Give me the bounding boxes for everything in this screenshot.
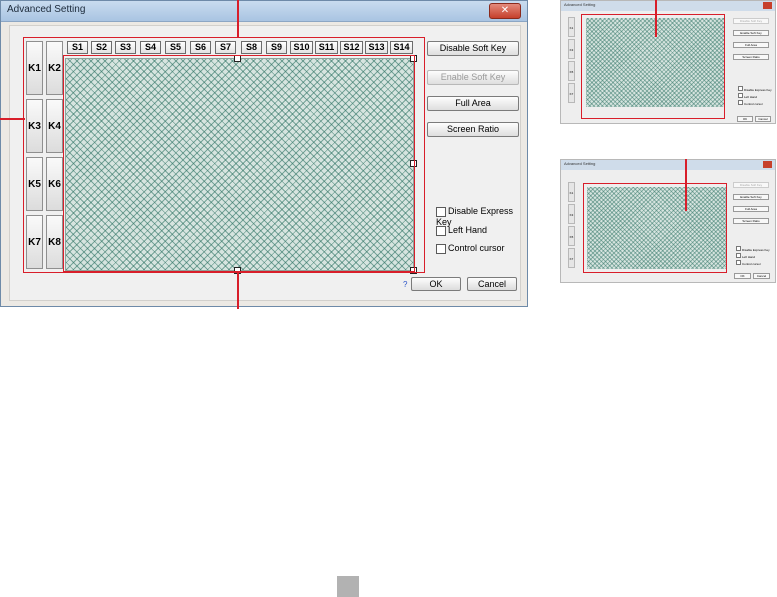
annotation-leader-left — [0, 118, 25, 120]
thumb-checkbox: Control cursor — [738, 100, 763, 106]
close-icon: ✕ — [500, 5, 510, 16]
help-icon[interactable]: ? — [403, 280, 407, 289]
annotation-leader-bottom — [237, 272, 239, 309]
thumb-title-bar: Advanced Setting — [561, 160, 775, 170]
enable-soft-key-button[interactable]: Enable Soft Key — [427, 70, 519, 85]
ok-button[interactable]: OK — [411, 277, 461, 291]
checkbox-box[interactable] — [436, 206, 446, 217]
annotation-leader-thumb-bottom — [685, 159, 687, 211]
thumb-title: Advanced Setting — [564, 161, 596, 166]
close-icon — [763, 161, 772, 168]
annotation-leader-thumb-top — [655, 0, 657, 37]
disable-express-key-checkbox[interactable]: Disable Express Key — [436, 206, 527, 227]
dialog-title: Advanced Setting — [7, 4, 86, 15]
thumb-checkbox: Disable Express Key — [738, 86, 772, 92]
thumb-title-bar: Advanced Setting — [561, 1, 775, 11]
thumb-key: K3 — [568, 204, 575, 224]
checkbox-label: Disable Express Key — [436, 206, 514, 227]
close-button[interactable]: ✕ — [489, 3, 521, 19]
checkbox-box[interactable] — [436, 225, 446, 236]
cancel-button[interactable]: Cancel — [467, 277, 517, 291]
thumb-key: K1 — [568, 17, 575, 37]
thumb-button: Disable Soft Key — [733, 18, 769, 24]
thumb-button: Full Area — [733, 206, 769, 212]
thumb-cancel: Cancel — [755, 116, 771, 122]
thumb-cancel: Cancel — [753, 273, 770, 279]
thumb-title: Advanced Setting — [564, 2, 596, 7]
thumb-key: K5 — [568, 226, 575, 246]
thumb-button: Full Area — [733, 42, 769, 48]
checkbox-box[interactable] — [436, 243, 446, 254]
thumb-checkbox: Left Hand — [738, 93, 757, 99]
annotation-frame-area — [63, 55, 415, 272]
left-hand-checkbox[interactable]: Left Hand — [436, 225, 487, 236]
annotation-frame-thumb-top — [581, 14, 725, 119]
thumb-button: Screen Ratio — [733, 218, 769, 224]
checkbox-label: Control cursor — [448, 243, 505, 253]
thumb-key: K7 — [568, 83, 575, 103]
thumb-button: Disable Soft Key — [733, 182, 769, 188]
thumb-ok: OK — [737, 116, 753, 122]
thumb-checkbox: Disable Express Key — [736, 246, 770, 252]
thumb-button: Screen Ratio — [733, 54, 769, 60]
title-bar[interactable]: Advanced Setting ✕ — [1, 1, 527, 22]
full-area-button[interactable]: Full Area — [427, 96, 519, 111]
thumb-button: Enable Soft Key — [733, 194, 769, 200]
thumb-ok: OK — [734, 273, 751, 279]
annotation-frame-thumb-bottom — [583, 183, 727, 273]
annotation-leader-top — [237, 0, 239, 38]
thumb-key: K7 — [568, 248, 575, 268]
close-icon — [763, 2, 772, 9]
disable-soft-key-button[interactable]: Disable Soft Key — [427, 41, 519, 56]
thumb-checkbox: Left Hand — [736, 253, 755, 259]
thumb-key: K5 — [568, 61, 575, 81]
page-marker — [337, 576, 359, 597]
screen-ratio-button[interactable]: Screen Ratio — [427, 122, 519, 137]
thumb-checkbox: Control cursor — [736, 260, 761, 266]
checkbox-label: Left Hand — [448, 225, 488, 235]
thumb-key: K3 — [568, 39, 575, 59]
control-cursor-checkbox[interactable]: Control cursor — [436, 243, 505, 254]
thumb-button: Enable Soft Key — [733, 30, 769, 36]
thumb-key: K1 — [568, 182, 575, 202]
